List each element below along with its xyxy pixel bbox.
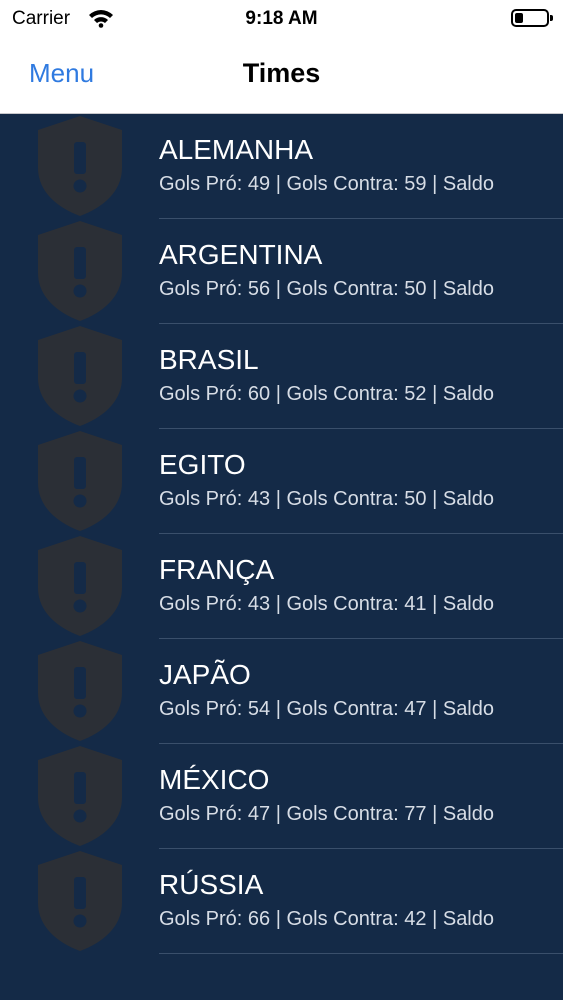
navigation-bar: Menu Times bbox=[0, 40, 563, 114]
row-separator bbox=[159, 953, 563, 954]
team-name: ALEMANHA bbox=[159, 134, 314, 165]
team-row[interactable]: MÉXICO Gols Pró: 47 | Gols Contra: 77 | … bbox=[0, 744, 563, 849]
team-row[interactable]: ALEMANHA Gols Pró: 49 | Gols Contra: 59 … bbox=[0, 114, 563, 219]
team-row[interactable]: ARGENTINA Gols Pró: 56 | Gols Contra: 50… bbox=[0, 219, 563, 324]
shield-icon bbox=[38, 536, 122, 636]
team-row[interactable]: EGITO Gols Pró: 43 | Gols Contra: 50 | S… bbox=[0, 429, 563, 534]
page-title: Times bbox=[242, 58, 321, 88]
shield-icon bbox=[38, 326, 122, 426]
team-name: RÚSSIA bbox=[159, 869, 264, 900]
team-stats: Gols Pró: 43 | Gols Contra: 50 | Saldo bbox=[159, 488, 494, 510]
status-bar: Carrier 9:18 AM bbox=[0, 0, 563, 40]
shield-icon bbox=[38, 641, 122, 741]
battery-icon bbox=[511, 9, 553, 27]
team-stats: Gols Pró: 56 | Gols Contra: 50 | Saldo bbox=[159, 278, 494, 300]
team-stats: Gols Pró: 49 | Gols Contra: 59 | Saldo bbox=[159, 173, 494, 195]
shield-icon bbox=[38, 431, 122, 531]
team-stats: Gols Pró: 54 | Gols Contra: 47 | Saldo bbox=[159, 698, 494, 720]
team-list: ALEMANHA Gols Pró: 49 | Gols Contra: 59 … bbox=[0, 114, 563, 954]
team-stats: Gols Pró: 47 | Gols Contra: 77 | Saldo bbox=[159, 803, 494, 825]
team-name: BRASIL bbox=[159, 344, 259, 375]
team-name: MÉXICO bbox=[159, 764, 270, 795]
team-row[interactable]: JAPÃO Gols Pró: 54 | Gols Contra: 47 | S… bbox=[0, 639, 563, 744]
clock: 9:18 AM bbox=[245, 8, 318, 29]
team-name: FRANÇA bbox=[159, 554, 275, 585]
team-stats: Gols Pró: 66 | Gols Contra: 42 | Saldo bbox=[159, 908, 494, 930]
shield-icon bbox=[38, 116, 122, 216]
team-name: JAPÃO bbox=[159, 659, 251, 690]
shield-icon bbox=[38, 746, 122, 846]
team-row[interactable]: BRASIL Gols Pró: 60 | Gols Contra: 52 | … bbox=[0, 324, 563, 429]
team-row[interactable]: RÚSSIA Gols Pró: 66 | Gols Contra: 42 | … bbox=[0, 849, 563, 954]
team-name: ARGENTINA bbox=[159, 239, 323, 270]
team-stats: Gols Pró: 43 | Gols Contra: 41 | Saldo bbox=[159, 593, 494, 615]
team-row[interactable]: FRANÇA Gols Pró: 43 | Gols Contra: 41 | … bbox=[0, 534, 563, 639]
shield-icon bbox=[38, 851, 122, 951]
team-name: EGITO bbox=[159, 449, 246, 480]
shield-icon bbox=[38, 221, 122, 321]
team-stats: Gols Pró: 60 | Gols Contra: 52 | Saldo bbox=[159, 383, 494, 405]
